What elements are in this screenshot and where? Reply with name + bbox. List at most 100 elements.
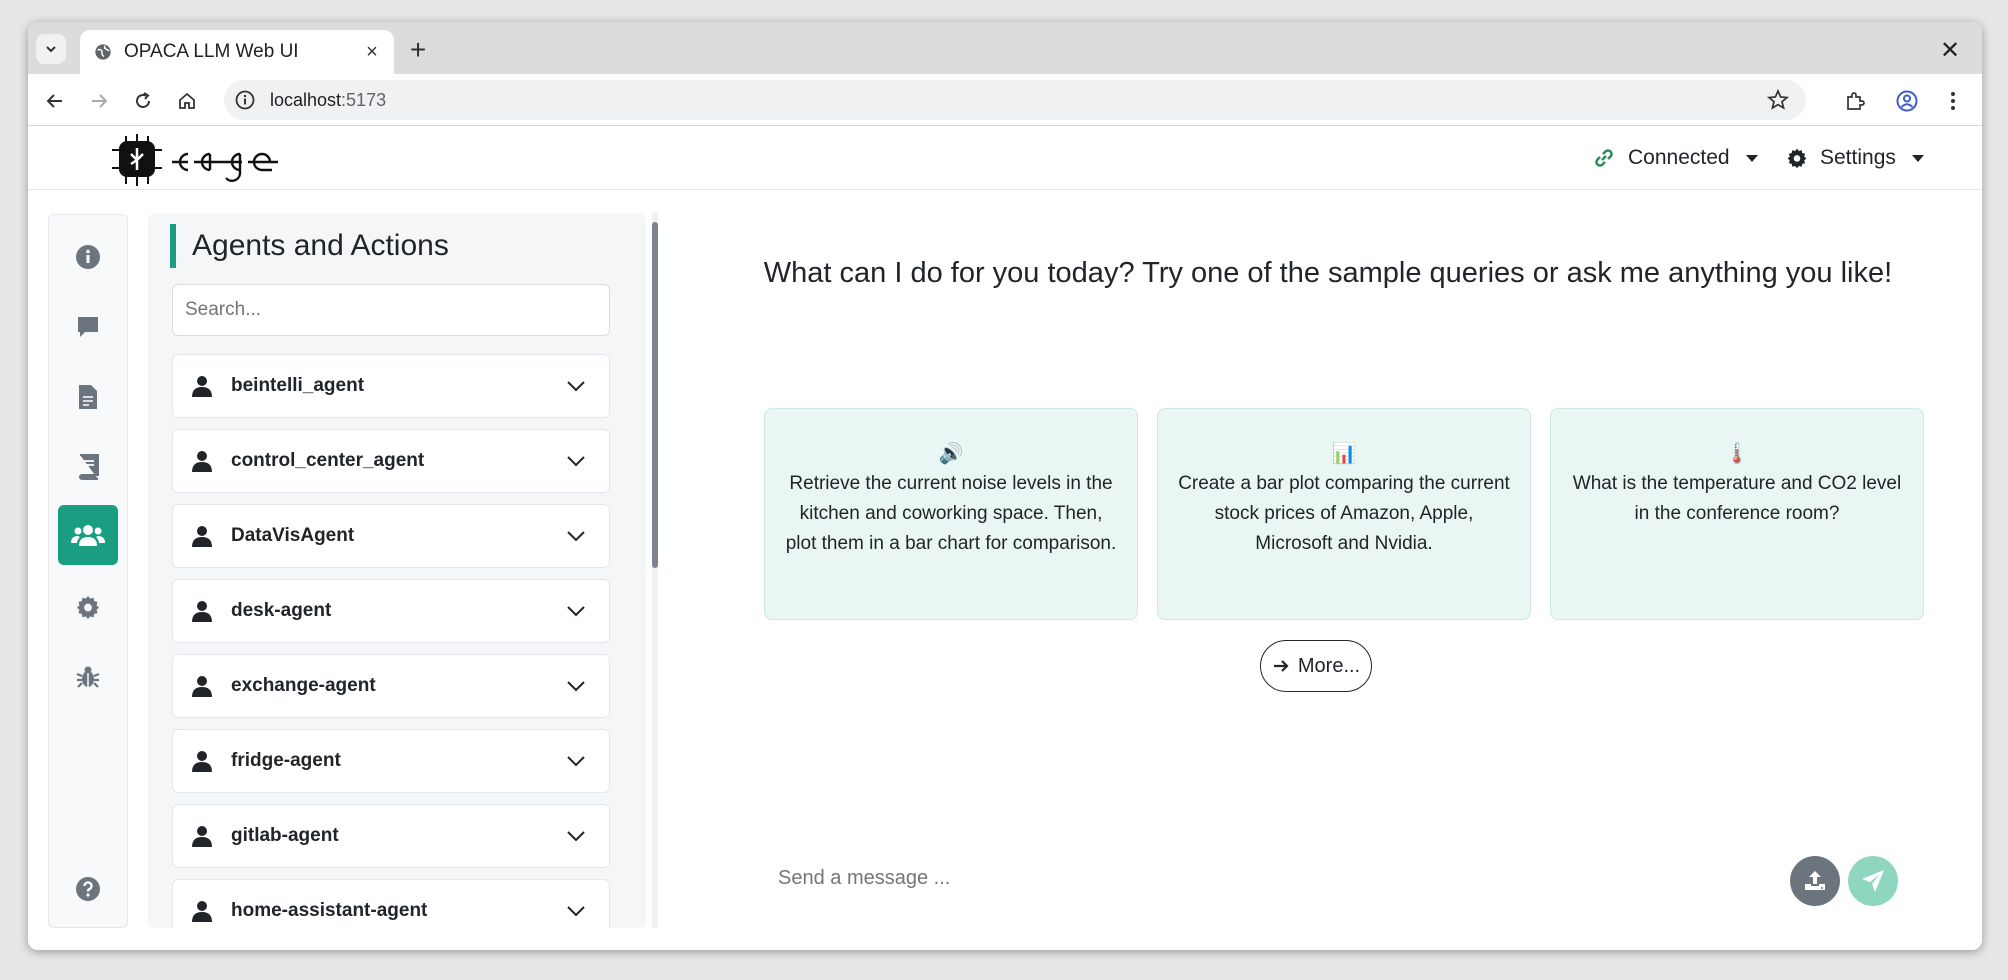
- agent-name: DataVisAgent: [231, 525, 355, 546]
- agent-name: gitlab-agent: [231, 825, 339, 846]
- chevron-down-icon: [567, 456, 585, 467]
- chevron-down-icon: [46, 46, 56, 53]
- info-icon: [76, 245, 100, 269]
- site-info-icon[interactable]: [234, 89, 256, 111]
- agent-name: exchange-agent: [231, 675, 376, 696]
- agent-item[interactable]: home-assistant-agent: [172, 879, 610, 928]
- top-navbar: Connected Settings: [28, 126, 1982, 190]
- message-input[interactable]: [778, 858, 1738, 898]
- book-button[interactable]: [58, 437, 118, 497]
- arrow-right-icon: [1273, 660, 1289, 672]
- scrollbar-thumb[interactable]: [652, 222, 658, 568]
- more-samples-button[interactable]: More...: [1260, 640, 1372, 692]
- upload-button[interactable]: [1790, 856, 1840, 906]
- chevron-down-icon: [567, 906, 585, 917]
- bookmark-star-icon[interactable]: [1766, 88, 1790, 112]
- settings-button[interactable]: [58, 577, 118, 637]
- agent-name: beintelli_agent: [231, 375, 365, 396]
- gear-icon: [1787, 148, 1807, 169]
- reload-icon[interactable]: [128, 86, 158, 116]
- person-icon: [192, 526, 212, 547]
- agent-item[interactable]: DataVisAgent: [172, 504, 610, 568]
- connection-dropdown[interactable]: Connected: [1592, 142, 1758, 174]
- chat-icon: [78, 317, 98, 337]
- link-icon: [1595, 149, 1613, 167]
- chevron-down-icon: [567, 531, 585, 542]
- address-bar[interactable]: localhost:5173: [224, 80, 1806, 120]
- agents-panel-title: Agents and Actions: [170, 224, 449, 268]
- agent-item[interactable]: beintelli_agent: [172, 354, 610, 418]
- agent-search-input[interactable]: [172, 284, 610, 336]
- sample-query-text: Retrieve the current noise levels in the…: [785, 473, 1117, 554]
- globe-icon: [95, 44, 111, 60]
- agent-item[interactable]: fridge-agent: [172, 729, 610, 793]
- back-icon[interactable]: [40, 86, 70, 116]
- settings-label: Settings: [1820, 146, 1896, 169]
- browser-toolbar: localhost:5173: [28, 74, 1982, 126]
- send-button[interactable]: [1848, 856, 1898, 906]
- browser-tab[interactable]: OPACA LLM Web UI ×: [80, 30, 394, 74]
- agents-scrollbar[interactable]: [652, 212, 658, 928]
- sample-query-card[interactable]: 📊 Create a bar plot comparing the curren…: [1157, 408, 1531, 620]
- agent-name: fridge-agent: [231, 750, 341, 771]
- book-icon: [79, 454, 99, 480]
- person-icon: [192, 751, 212, 772]
- sample-query-card[interactable]: 🔊 Retrieve the current noise levels in t…: [764, 408, 1138, 620]
- forward-icon[interactable]: [84, 86, 114, 116]
- thermometer-icon: 🌡️: [1724, 443, 1750, 465]
- send-icon: [1862, 870, 1884, 892]
- connection-label: Connected: [1628, 146, 1730, 169]
- sample-query-card[interactable]: 🌡️ What is the temperature and CO2 level…: [1550, 408, 1924, 620]
- chevron-down-icon: [567, 606, 585, 617]
- welcome-message: What can I do for you today? Try one of …: [763, 257, 1893, 289]
- bar-chart-icon: 📊: [1331, 443, 1357, 465]
- chevron-down-icon: [567, 756, 585, 767]
- document-icon: [79, 385, 97, 409]
- person-icon: [192, 901, 212, 922]
- gear-icon: [76, 595, 100, 620]
- chevron-down-icon: [567, 381, 585, 392]
- tab-title: OPACA LLM Web UI: [124, 41, 299, 62]
- person-icon: [192, 826, 212, 847]
- chevron-down-icon: [567, 681, 585, 692]
- agent-item[interactable]: gitlab-agent: [172, 804, 610, 868]
- agent-name: desk-agent: [231, 600, 332, 621]
- icon-sidebar: [48, 214, 128, 928]
- help-icon: [76, 877, 100, 901]
- help-button[interactable]: [58, 859, 118, 919]
- profile-icon[interactable]: [1892, 86, 1922, 116]
- agents-panel: Agents and Actions beintelli_agentcontro…: [148, 214, 646, 928]
- home-icon[interactable]: [172, 86, 202, 116]
- window-close-icon[interactable]: ✕: [1936, 36, 1964, 64]
- person-icon: [192, 676, 212, 697]
- settings-dropdown[interactable]: Settings: [1786, 142, 1924, 174]
- url-text: localhost:5173: [270, 89, 387, 110]
- sage-logo: [112, 134, 278, 186]
- more-label: More...: [1297, 654, 1361, 677]
- browser-menu-icon[interactable]: [1938, 86, 1968, 116]
- person-icon: [192, 376, 212, 397]
- agent-item[interactable]: desk-agent: [172, 579, 610, 643]
- debug-button[interactable]: [58, 647, 118, 707]
- caret-down-icon: [1911, 154, 1924, 162]
- agent-item[interactable]: exchange-agent: [172, 654, 610, 718]
- tab-search-button[interactable]: [36, 34, 66, 64]
- caret-down-icon: [1745, 154, 1758, 162]
- agent-name: home-assistant-agent: [231, 900, 428, 921]
- chat-area: What can I do for you today? Try one of …: [668, 190, 1982, 950]
- agents-icon: [71, 525, 105, 546]
- person-icon: [192, 601, 212, 622]
- speaker-icon: 🔊: [938, 443, 964, 465]
- close-tab-icon[interactable]: ×: [358, 38, 386, 66]
- sample-query-text: What is the temperature and CO2 level in…: [1572, 473, 1902, 524]
- agent-item[interactable]: control_center_agent: [172, 429, 610, 493]
- document-button[interactable]: [58, 367, 118, 427]
- info-button[interactable]: [58, 227, 118, 287]
- new-tab-icon[interactable]: +: [404, 36, 432, 64]
- person-icon: [192, 451, 212, 472]
- agents-button[interactable]: [58, 505, 118, 565]
- extensions-icon[interactable]: [1840, 86, 1870, 116]
- chat-button[interactable]: [58, 297, 118, 357]
- chevron-down-icon: [567, 831, 585, 842]
- bug-icon: [76, 666, 100, 688]
